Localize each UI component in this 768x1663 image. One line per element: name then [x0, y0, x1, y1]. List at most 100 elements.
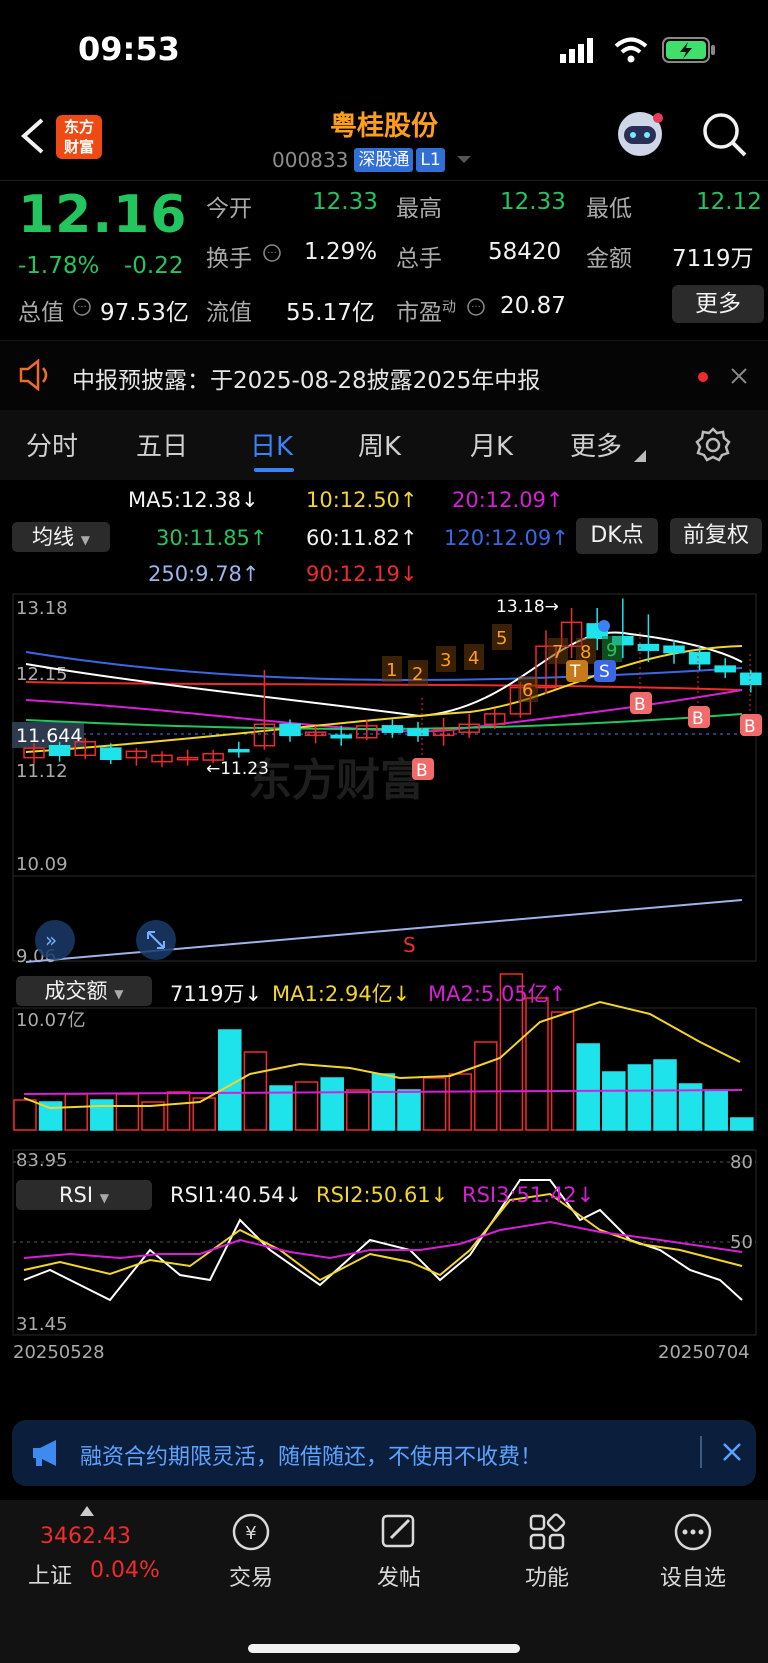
more-button[interactable]: 更多 — [672, 285, 764, 323]
candle-body — [688, 651, 711, 665]
volume-bar — [576, 1043, 600, 1131]
pe-label-text: 市盈 — [396, 300, 442, 326]
candle-body — [740, 672, 762, 686]
sequence-marker: 9 — [606, 640, 617, 661]
amount-value: 7119万 — [672, 246, 754, 272]
volume-bar — [346, 1089, 370, 1131]
speaker-icon — [19, 359, 48, 391]
notice-bar[interactable]: 中报预披露：于2025-08-28披露2025年中报 — [0, 340, 768, 412]
volume-bar — [320, 1077, 344, 1131]
tab-five-day[interactable]: 五日 — [136, 426, 188, 463]
toolbar-watchlist[interactable]: 设自选 — [638, 1510, 748, 1592]
dot-marker — [598, 620, 610, 632]
low-label: 最低 — [586, 196, 632, 222]
rsi-selector-label: RSI — [58, 1183, 94, 1207]
volume-selector[interactable]: 成交额 ▼ — [16, 976, 152, 1006]
ma30-legend: 30:11.85↑ — [156, 526, 268, 550]
svg-text:¥: ¥ — [245, 1523, 256, 1544]
banner-divider — [700, 1436, 702, 1468]
quote-panel: 12.16 -1.78% -0.22 总值 ··· 97.53亿 今开 12.3… — [0, 180, 768, 331]
rsi3-legend: RSI3:51.42↓ — [462, 1183, 595, 1207]
chevron-down-icon — [456, 156, 471, 163]
watermark: 东方财富 — [248, 755, 424, 806]
sequence-marker: 3 — [440, 650, 451, 671]
close-icon[interactable] — [722, 1442, 742, 1462]
period-tabs: 分时 五日 日K 周K 月K 更多 — [0, 410, 768, 480]
info-icon[interactable]: ··· — [72, 297, 92, 317]
volume-bar — [602, 1071, 626, 1131]
volume-value-legend: 7119万↓ — [170, 982, 263, 1006]
ma-line — [25, 681, 743, 691]
sequence-marker: 7 — [552, 642, 563, 663]
robot-avatar-icon[interactable] — [612, 106, 668, 162]
svg-text:···: ··· — [471, 302, 481, 313]
index-value[interactable]: 3462.43 — [40, 1524, 131, 1549]
rsi-selector[interactable]: RSI ▼ — [16, 1180, 152, 1210]
toolbar-trade-label: 交易 — [228, 1566, 273, 1591]
volume-bar — [422, 1077, 447, 1131]
promo-banner[interactable]: 融资合约期限灵活，随借随还，不使用不收费！ — [12, 1420, 756, 1486]
volume-bar — [704, 1089, 728, 1131]
candle-body — [663, 645, 685, 654]
stock-code-line[interactable]: 000833 深股通 L1 — [272, 148, 475, 172]
date-end: 20250704 — [658, 1342, 750, 1363]
buy-b-marker: B — [634, 695, 646, 715]
sell-s-badge: S — [599, 662, 610, 682]
tab-more[interactable]: 更多 — [570, 426, 622, 463]
pe-value: 20.87 — [500, 293, 566, 319]
amount-label: 金额 — [586, 246, 632, 272]
dk-point-button[interactable]: DK点 — [576, 518, 658, 554]
sequence-marker: 2 — [412, 664, 423, 685]
rsi3-line — [23, 1220, 743, 1260]
info-icon[interactable]: ··· — [466, 297, 486, 317]
tab-daily-k[interactable]: 日K — [250, 426, 293, 463]
buy-b-marker: B — [416, 761, 428, 781]
mktcap-value: 97.53亿 — [100, 300, 189, 326]
sell-s-marker: S — [403, 933, 416, 957]
more-dots-icon — [674, 1513, 712, 1551]
float-value: 55.17亿 — [286, 300, 375, 326]
home-indicator — [248, 1644, 520, 1653]
toolbar-trade[interactable]: ¥ 交易 — [196, 1510, 306, 1592]
search-icon[interactable] — [700, 110, 750, 160]
candle-body — [330, 734, 352, 739]
volume-top-label: 10.07亿 — [16, 1010, 86, 1031]
gear-icon[interactable] — [694, 426, 732, 464]
volume-bar — [653, 1059, 677, 1131]
mktcap-label: 总值 — [18, 300, 64, 326]
info-icon[interactable]: ··· — [262, 243, 282, 263]
volume-bar — [64, 1093, 88, 1131]
rsi-top-label: 83.95 — [16, 1150, 68, 1171]
buy-b-marker: B — [744, 717, 756, 737]
change-amount: -0.22 — [124, 253, 184, 279]
signal-icon — [560, 38, 593, 63]
sequence-marker: 8 — [580, 642, 591, 663]
toolbar-post[interactable]: 发帖 — [344, 1510, 454, 1592]
index-pct[interactable]: 0.04% — [90, 1558, 160, 1583]
ma-selector-label: 均线 — [32, 525, 75, 549]
trade-t-marker: T — [569, 662, 581, 682]
index-name[interactable]: 上证 — [28, 1558, 72, 1590]
ma20-legend: 20:12.09↑ — [452, 488, 564, 512]
ma250-line — [25, 899, 743, 963]
volume-bar — [243, 1051, 268, 1131]
connect-tag: 深股通 — [354, 148, 414, 172]
edit-icon — [381, 1514, 415, 1548]
tab-intraday[interactable]: 分时 — [26, 426, 78, 463]
pe-label: 市盈动 — [396, 293, 456, 327]
close-icon[interactable] — [730, 367, 748, 385]
toolbar-functions[interactable]: 功能 — [492, 1510, 602, 1592]
tab-underline — [254, 468, 294, 472]
ma-selector[interactable]: 均线 ▼ — [12, 522, 110, 552]
tab-weekly-k[interactable]: 周K — [358, 426, 401, 463]
fq-button[interactable]: 前复权 — [670, 518, 762, 554]
wifi-icon — [614, 37, 648, 63]
candle-body — [407, 728, 429, 737]
ma120-legend: 120:12.09↑ — [444, 526, 569, 550]
tab-monthly-k[interactable]: 月K — [470, 426, 513, 463]
bottom-toolbar: 3462.43 上证 0.04% ¥ 交易 发帖 功能 设自选 — [0, 1500, 768, 1663]
turnover-label: 换手 — [206, 246, 252, 272]
open-value: 12.33 — [312, 189, 378, 215]
volume-bar — [166, 1091, 191, 1131]
svg-text:···: ··· — [267, 248, 277, 259]
